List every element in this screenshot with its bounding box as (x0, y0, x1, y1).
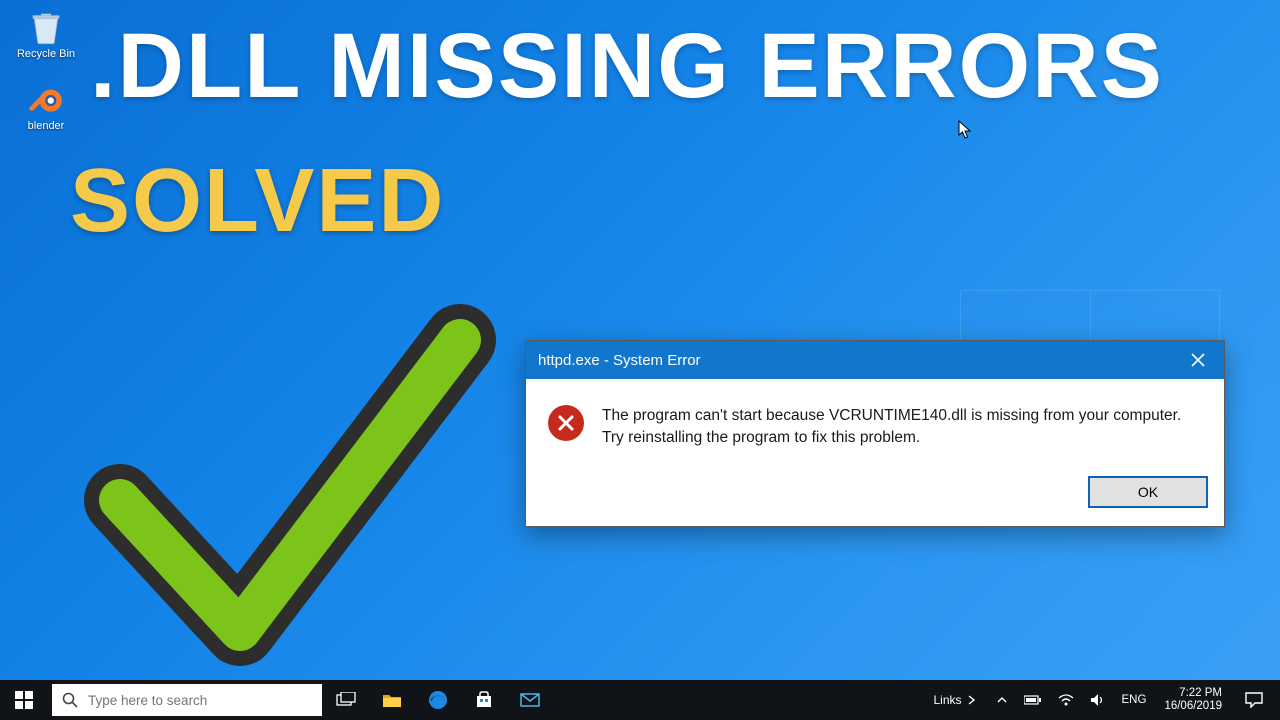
clock-date: 16/06/2019 (1164, 700, 1222, 713)
notification-icon (1245, 692, 1263, 708)
search-icon (62, 692, 78, 708)
dialog-titlebar[interactable]: httpd.exe - System Error (526, 341, 1224, 379)
action-center-button[interactable] (1234, 680, 1274, 720)
dialog-title: httpd.exe - System Error (538, 352, 701, 369)
edge-icon (428, 690, 448, 710)
windows-start-icon (15, 691, 33, 709)
mail-button[interactable] (508, 680, 552, 720)
taskbar: Links (0, 680, 1280, 720)
tray-network[interactable] (1054, 680, 1078, 720)
ok-button[interactable]: OK (1088, 476, 1208, 508)
task-view-icon (336, 692, 356, 708)
dialog-close-button[interactable] (1172, 341, 1224, 379)
chevron-right-icon (966, 694, 978, 706)
links-label: Links (934, 693, 962, 707)
wifi-icon (1058, 694, 1074, 706)
close-icon (1191, 353, 1205, 367)
mail-icon (520, 693, 540, 707)
recycle-bin-label: Recycle Bin (17, 48, 75, 60)
system-tray: ENG 7:22 PM 16/06/2019 (988, 680, 1232, 720)
search-input[interactable] (88, 693, 312, 708)
tray-chevron-up[interactable] (992, 680, 1012, 720)
overlay-headline-1: .DLL MISSING ERRORS (90, 14, 1164, 119)
tray-clock[interactable]: 7:22 PM 16/06/2019 (1158, 687, 1228, 713)
volume-icon (1090, 693, 1106, 707)
blender-glyph (27, 80, 65, 118)
file-explorer-button[interactable] (370, 680, 414, 720)
recycle-bin-icon[interactable]: Recycle Bin (10, 6, 82, 60)
tray-battery[interactable] (1020, 680, 1046, 720)
store-button[interactable] (462, 680, 506, 720)
recycle-bin-glyph (26, 7, 66, 47)
dialog-message: The program can't start because VCRUNTIM… (602, 405, 1204, 450)
battery-icon (1024, 695, 1042, 705)
error-icon (548, 405, 584, 441)
tray-volume[interactable] (1086, 680, 1110, 720)
checkmark-graphic (80, 300, 500, 680)
edge-browser-button[interactable] (416, 680, 460, 720)
start-button[interactable] (0, 680, 48, 720)
mouse-cursor-icon (958, 120, 972, 140)
folder-icon (382, 692, 402, 708)
links-toolbar-button[interactable]: Links (926, 680, 986, 720)
chevron-up-icon (996, 694, 1008, 706)
blender-label: blender (28, 120, 65, 132)
search-box[interactable] (52, 684, 322, 716)
overlay-headline-2: SOLVED (70, 150, 445, 253)
task-view-button[interactable] (324, 680, 368, 720)
clock-time: 7:22 PM (1179, 687, 1222, 700)
system-error-dialog: httpd.exe - System Error The program can… (525, 340, 1225, 527)
store-icon (475, 691, 493, 709)
blender-icon[interactable]: blender (10, 78, 82, 132)
desktop-icons-column: Recycle Bin blender (10, 6, 82, 132)
tray-language[interactable]: ENG (1118, 680, 1151, 720)
language-indicator: ENG (1122, 694, 1147, 706)
